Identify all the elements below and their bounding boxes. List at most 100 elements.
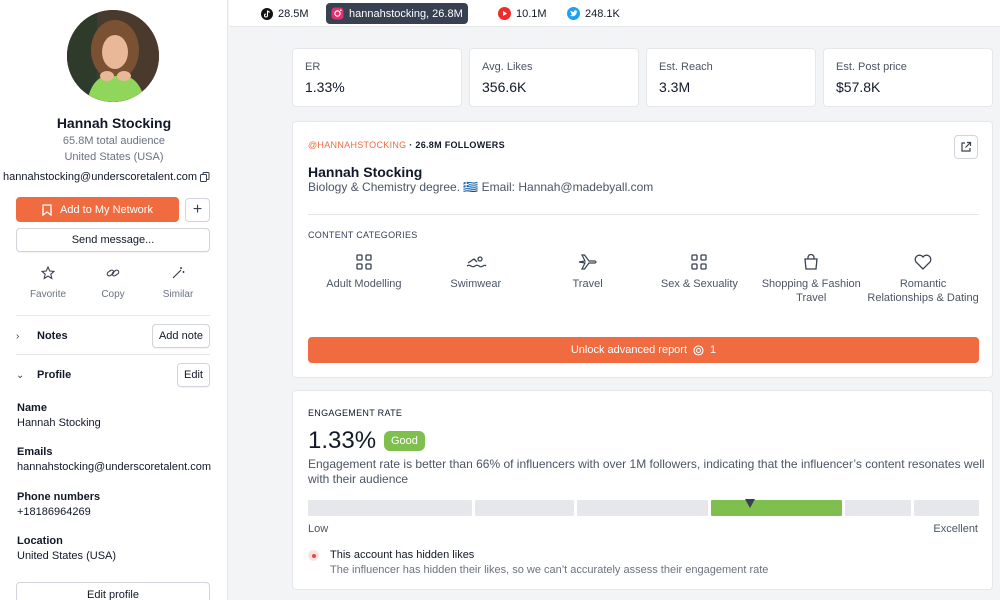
edit-button[interactable]: Edit <box>177 363 210 387</box>
hidden-likes-title: This account has hidden likes <box>330 549 475 561</box>
plus-icon: + <box>192 201 203 218</box>
category-label: Travel <box>572 278 603 290</box>
tab-twitter[interactable]: 248.1K <box>562 3 625 24</box>
stat-card-er: ER 1.33% <box>292 48 462 107</box>
unlock-cost: 1 <box>710 344 717 356</box>
divider <box>16 315 210 316</box>
chevron-down-icon: ⌄ <box>16 369 25 381</box>
notes-section-header[interactable]: › Notes Add note <box>16 324 210 348</box>
stat-label: ER <box>305 61 321 73</box>
instagram-icon <box>331 7 344 20</box>
open-external-button[interactable] <box>954 135 978 159</box>
scale-high-label: Excellent <box>933 523 978 535</box>
category-label: Shopping & Fashion Travel <box>761 278 861 304</box>
edit-profile-button[interactable]: Edit profile <box>16 582 210 600</box>
heart-icon <box>914 254 932 270</box>
category-label: Adult Modelling <box>326 278 402 290</box>
add-note-button[interactable]: Add note <box>151 324 210 348</box>
add-to-network-button[interactable]: Add to My Network <box>16 197 179 222</box>
magic-wand-icon <box>172 267 185 279</box>
content-categories-title: CONTENT CATEGORIES <box>308 230 418 240</box>
tab-tiktok-label: 28.5M <box>278 7 309 20</box>
tab-youtube-label: 10.1M <box>516 7 547 20</box>
similar-label: Similar <box>162 289 194 300</box>
scale-segment <box>914 500 979 516</box>
add-to-network-label: Add to My Network <box>60 203 153 216</box>
engagement-description: Engagement rate is better than 66% of in… <box>308 457 985 486</box>
field-value-phone: +18186964269 <box>17 506 91 518</box>
scale-segment <box>308 500 472 516</box>
category-item: Romantic Relationships & Dating <box>867 253 979 305</box>
profile-name: Hannah Stocking <box>56 115 172 131</box>
field-value-location: United States (USA) <box>17 550 117 562</box>
engagement-title: ENGAGEMENT RATE <box>308 408 403 418</box>
profile-country: United States (USA) <box>64 151 164 163</box>
tab-twitter-label: 248.1K <box>585 7 620 20</box>
divider <box>308 214 979 215</box>
category-item: Shopping & Fashion Travel <box>755 253 867 305</box>
field-value-name: Hannah Stocking <box>17 417 101 429</box>
category-item: Sex & Sexuality <box>643 253 755 305</box>
bookmark-icon <box>42 203 52 216</box>
copy-action[interactable]: Copy <box>81 266 145 300</box>
notes-label: Notes <box>37 330 68 342</box>
tab-tiktok[interactable]: 28.5M <box>255 3 314 24</box>
instagram-handle[interactable]: @HANNAHSTOCKING <box>308 140 406 150</box>
stat-label: Est. Reach <box>659 61 713 73</box>
card-profile-name: Hannah Stocking <box>308 164 423 180</box>
field-label-phone: Phone numbers <box>17 491 101 503</box>
scale-marker-icon <box>745 499 755 508</box>
field-label-location: Location <box>17 535 63 547</box>
handle-line: @HANNAHSTOCKING · 26.8M FOLLOWERS <box>308 140 505 150</box>
add-plus-button[interactable]: + <box>185 198 210 222</box>
engagement-rate-card: ENGAGEMENT RATE 1.33% Good Engagement ra… <box>292 390 993 590</box>
favorite-action[interactable]: Favorite <box>16 266 80 300</box>
link-icon <box>106 269 120 277</box>
alert-dot-icon <box>308 550 319 561</box>
avatar <box>67 10 159 102</box>
similar-action[interactable]: Similar <box>146 266 210 300</box>
unlock-advanced-report-button[interactable]: Unlock advanced report 1 <box>308 337 979 363</box>
card-profile-bio: Biology & Chemistry degree. 🇬🇷 Email: Ha… <box>308 180 654 194</box>
category-item: Adult Modelling <box>308 253 420 305</box>
send-message-button[interactable]: Send message... <box>16 228 210 252</box>
favorite-label: Favorite <box>29 289 67 300</box>
profile-email-row: hannahstocking@underscoretalent.com <box>3 171 210 183</box>
unlock-label: Unlock advanced report <box>570 344 688 356</box>
scale-segment <box>845 500 911 516</box>
profile-email: hannahstocking@underscoretalent.com <box>3 171 198 183</box>
quick-actions: Favorite Copy Similar <box>16 266 210 300</box>
tiktok-icon <box>260 7 273 20</box>
follower-count: · 26.8M FOLLOWERS <box>406 140 505 150</box>
platform-tabs: 28.5M hannahstocking, 26.8M 10.1M 248.1K <box>229 0 1000 27</box>
category-label: Swimwear <box>450 278 502 290</box>
content-categories-list: Adult Modelling Swimwear Travel Sex & Se… <box>308 253 979 305</box>
tab-youtube[interactable]: 10.1M <box>493 3 552 24</box>
stat-value: $57.8K <box>836 79 881 95</box>
scale-segment <box>475 500 574 516</box>
stat-card-est-post-price: Est. Post price $57.8K <box>823 48 993 107</box>
category-label: Sex & Sexuality <box>660 278 738 290</box>
total-audience: 65.8M total audience <box>62 135 166 147</box>
profile-section-header[interactable]: ⌄ Profile Edit <box>16 363 210 387</box>
coin-icon <box>693 344 704 356</box>
tab-instagram[interactable]: hannahstocking, 26.8M <box>326 3 468 24</box>
category-label: Romantic Relationships & Dating <box>867 278 979 304</box>
stat-value: 3.3M <box>659 79 691 95</box>
external-link-icon <box>961 141 972 152</box>
swimmer-icon <box>466 256 487 268</box>
field-value-emails: hannahstocking@underscoretalent.com <box>17 461 212 473</box>
hidden-likes-description: The influencer has hidden their likes, s… <box>330 564 769 576</box>
stat-label: Avg. Likes <box>482 61 533 73</box>
copy-icon[interactable] <box>200 172 210 182</box>
scale-segment <box>711 500 842 516</box>
copy-label: Copy <box>101 289 125 300</box>
stat-card-avg-likes: Avg. Likes 356.6K <box>469 48 639 107</box>
field-label-emails: Emails <box>17 446 53 458</box>
airplane-icon <box>578 254 597 270</box>
category-item: Travel <box>532 253 644 305</box>
stat-card-est-reach: Est. Reach 3.3M <box>646 48 816 107</box>
stat-value: 356.6K <box>482 79 527 95</box>
field-label-name: Name <box>17 402 47 414</box>
scale-segment <box>577 500 708 516</box>
